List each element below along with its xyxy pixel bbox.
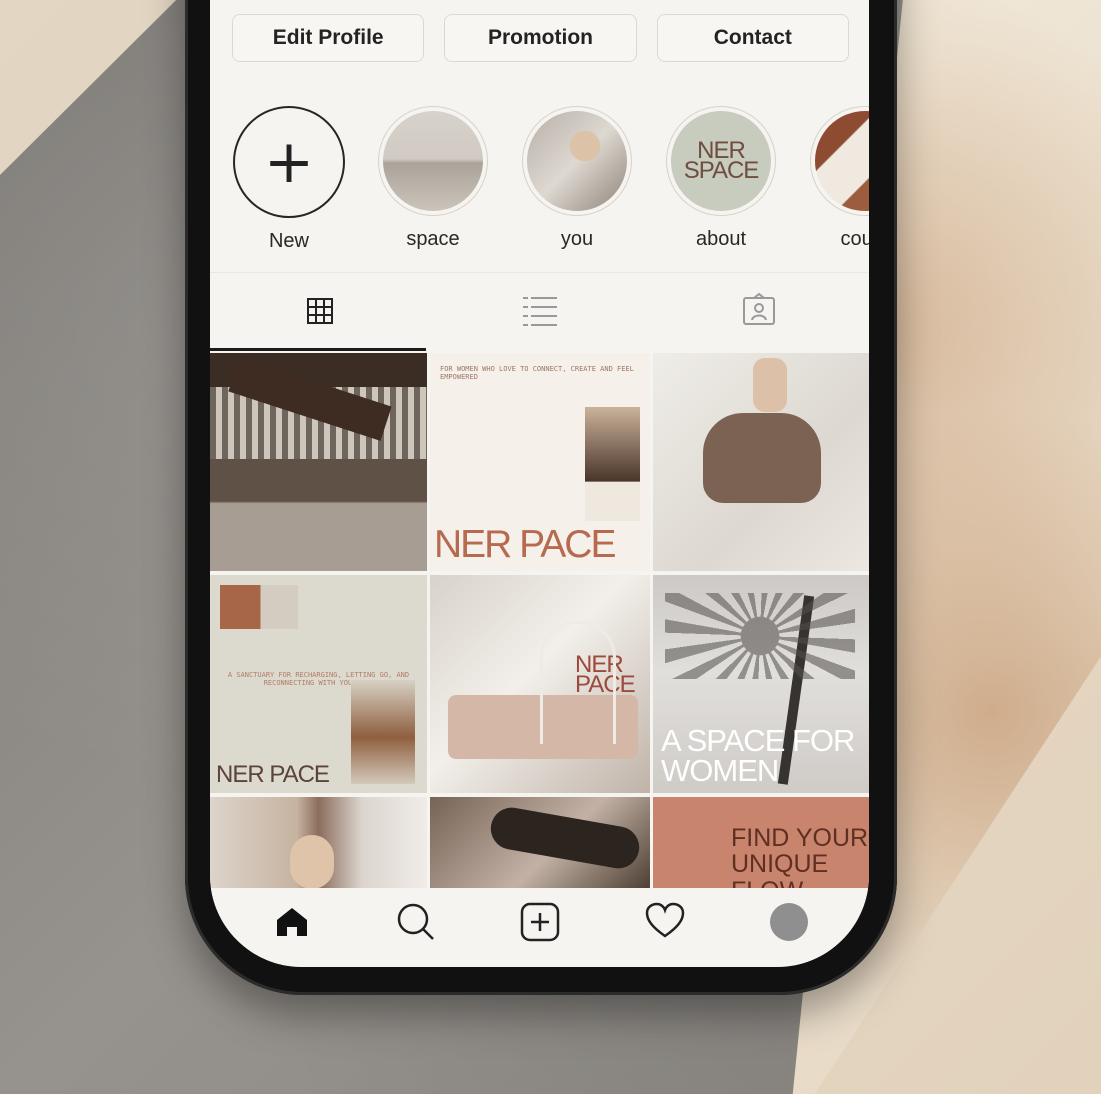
post-5-logo: NER PACE bbox=[575, 651, 636, 699]
promotion-button[interactable]: Promotion bbox=[444, 14, 637, 62]
about-logo-text: NER SPACE bbox=[683, 136, 760, 184]
post-3[interactable] bbox=[653, 353, 869, 571]
story-space[interactable]: space bbox=[376, 106, 490, 256]
story-you[interactable]: you bbox=[520, 106, 634, 256]
nav-profile[interactable] bbox=[763, 896, 815, 948]
post-4[interactable]: A SANCTUARY FOR RECHARGING, LETTING GO, … bbox=[210, 575, 427, 793]
story-you-image bbox=[527, 111, 627, 211]
tab-tagged[interactable] bbox=[649, 274, 869, 348]
new-story-ring[interactable]: + bbox=[233, 106, 345, 218]
story-ring[interactable] bbox=[378, 106, 488, 216]
home-icon bbox=[277, 907, 308, 936]
story-label: space bbox=[406, 228, 460, 250]
grid-icon bbox=[306, 298, 333, 324]
heart-icon bbox=[645, 902, 684, 938]
tab-list[interactable] bbox=[430, 274, 650, 348]
story-label: you bbox=[560, 228, 594, 250]
nav-activity[interactable] bbox=[639, 896, 691, 948]
post-4-arch bbox=[351, 680, 415, 784]
add-square-icon bbox=[521, 902, 560, 941]
tab-grid[interactable] bbox=[210, 274, 430, 348]
story-ring[interactable] bbox=[810, 106, 869, 216]
post-2-caption: FOR WOMEN WHO LOVE TO CONNECT, CREATE AN… bbox=[440, 365, 634, 382]
nav-create[interactable] bbox=[514, 896, 566, 948]
story-about[interactable]: NER SPACE about bbox=[664, 106, 778, 256]
story-space-image bbox=[383, 111, 483, 211]
edit-profile-button[interactable]: Edit Profile bbox=[232, 14, 425, 62]
post-1[interactable] bbox=[210, 353, 427, 571]
post-4-logo: NER PACE bbox=[216, 760, 330, 788]
story-label: cours bbox=[840, 228, 869, 250]
tabs-divider bbox=[210, 272, 869, 273]
story-highlights: + New space you NER SPACE about cou bbox=[232, 106, 869, 256]
plus-icon: + bbox=[263, 127, 315, 197]
post-2-photo bbox=[585, 407, 640, 521]
list-icon bbox=[522, 297, 557, 326]
story-ring[interactable]: NER SPACE bbox=[666, 106, 776, 216]
story-about-image: NER SPACE bbox=[671, 111, 771, 211]
story-course[interactable]: cours bbox=[808, 106, 869, 256]
post-5[interactable]: NER PACE bbox=[430, 575, 650, 793]
post-6-caption: A SPACE FOR WOMEN bbox=[661, 723, 855, 788]
story-label: about bbox=[695, 228, 747, 250]
active-tab-indicator bbox=[210, 348, 426, 351]
profile-actions: Edit Profile Promotion Contact bbox=[232, 14, 849, 62]
search-icon bbox=[398, 903, 435, 940]
tagged-user-icon bbox=[743, 292, 776, 325]
profile-tabs bbox=[210, 274, 869, 348]
post-2-logo: NER PACE bbox=[434, 523, 616, 566]
nav-home[interactable] bbox=[266, 896, 318, 948]
post-4-photo bbox=[220, 585, 298, 629]
nav-search[interactable] bbox=[390, 896, 442, 948]
story-course-image bbox=[815, 111, 869, 211]
story-label: New bbox=[268, 230, 309, 252]
story-ring[interactable] bbox=[522, 106, 632, 216]
post-6[interactable]: A SPACE FOR WOMEN bbox=[653, 575, 869, 793]
post-grid: FOR WOMEN WHO LOVE TO CONNECT, CREATE AN… bbox=[210, 353, 869, 967]
post-2[interactable]: FOR WOMEN WHO LOVE TO CONNECT, CREATE AN… bbox=[430, 353, 650, 571]
phone-screen: Edit Profile Promotion Contact + New spa… bbox=[210, 0, 869, 967]
contact-button[interactable]: Contact bbox=[656, 14, 849, 62]
bottom-navigation bbox=[210, 888, 869, 967]
story-new[interactable]: + New bbox=[232, 106, 346, 256]
avatar bbox=[769, 902, 808, 941]
